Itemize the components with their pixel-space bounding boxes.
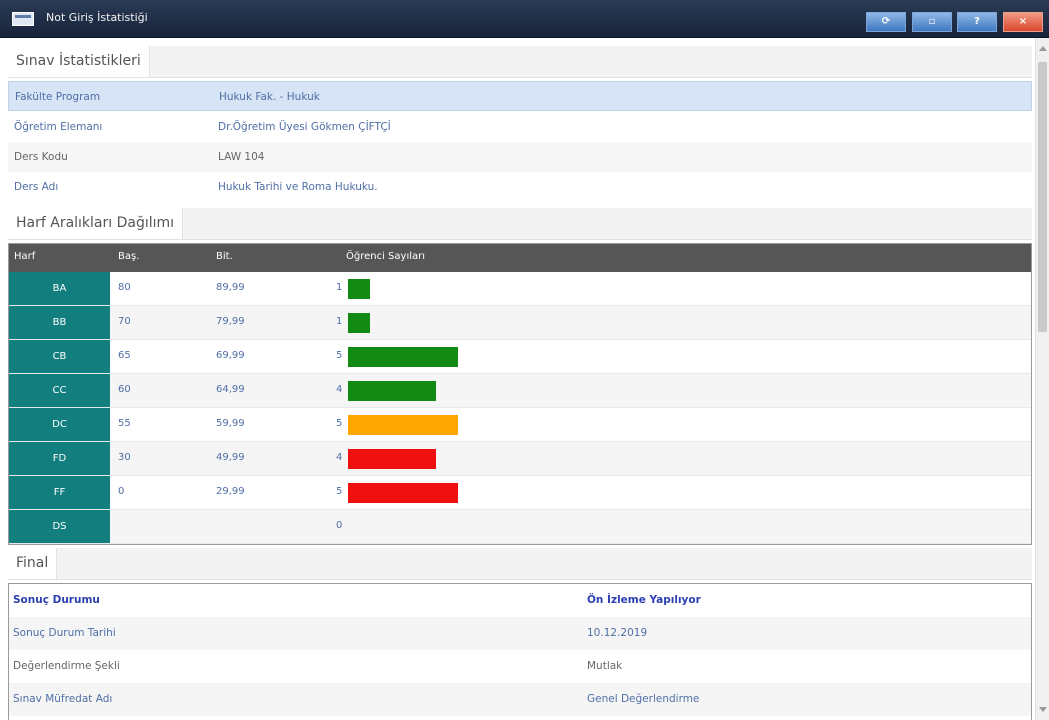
help-button[interactable]: ? <box>957 12 997 32</box>
evaluation-value: Mutlak <box>587 660 623 672</box>
student-count: 5 <box>336 418 343 429</box>
close-button[interactable]: × <box>1003 12 1043 32</box>
grade-distribution-header: Harf Aralıkları Dağılımı <box>8 208 1032 240</box>
grade-row[interactable]: BB 70 79,99 1 <box>9 306 1031 340</box>
faculty-value: Hukuk Fak. - Hukuk <box>219 91 320 103</box>
refresh-icon: ⟳ <box>881 16 891 27</box>
student-count: 1 <box>336 282 343 293</box>
vertical-scrollbar[interactable] <box>1035 38 1049 720</box>
grade-start: 0 <box>118 486 125 497</box>
grade-letter: FF <box>9 476 110 509</box>
window-titlebar: Not Giriş İstatistiği ⟳ ▫ ? × <box>0 0 1049 38</box>
grade-end: 49,99 <box>216 452 245 463</box>
count-bar <box>348 279 370 299</box>
grade-row[interactable]: BA 80 89,99 1 <box>9 272 1031 306</box>
window-content: Sınav İstatistikleri Fakülte Program Huk… <box>0 38 1035 720</box>
grade-letter: BB <box>9 306 110 339</box>
count-bar <box>348 449 436 469</box>
col-count: Öğrenci Sayıları <box>346 251 426 262</box>
count-bar <box>348 415 458 435</box>
course-name-label: Ders Adı <box>14 181 59 193</box>
final-row-status[interactable]: Sonuç Durumu Ön İzleme Yapılıyor <box>9 584 1031 617</box>
status-value: Ön İzleme Yapılıyor <box>587 594 701 606</box>
student-count: 1 <box>336 316 343 327</box>
student-count: 5 <box>336 486 343 497</box>
grade-row[interactable]: CC 60 64,99 4 <box>9 374 1031 408</box>
grade-letter: DS <box>9 510 110 543</box>
grade-start: 30 <box>118 452 131 463</box>
window-title: Not Giriş İstatistiği <box>46 11 148 24</box>
faculty-label: Fakülte Program <box>15 91 101 103</box>
student-count: 4 <box>336 452 343 463</box>
instructor-label: Öğretim Elemanı <box>14 121 103 133</box>
course-code-label: Ders Kodu <box>14 151 68 163</box>
scroll-up-icon[interactable] <box>1039 46 1047 51</box>
grade-end: 79,99 <box>216 316 245 327</box>
final-row-evaluation[interactable]: Değerlendirme Şekli Mutlak <box>9 650 1031 683</box>
grade-letter: FD <box>9 442 110 475</box>
grade-row[interactable]: FD 30 49,99 4 <box>9 442 1031 476</box>
student-count: 5 <box>336 350 343 361</box>
col-harf: Harf <box>14 251 36 262</box>
grade-table-header: Harf Baş. Bit. Öğrenci Sayıları <box>9 244 1031 272</box>
restore-button[interactable]: ▫ <box>912 12 952 32</box>
col-bas: Baş. <box>118 251 140 262</box>
grade-letter: CC <box>9 374 110 407</box>
student-count: 4 <box>336 384 343 395</box>
grade-end: 64,99 <box>216 384 245 395</box>
exam-stats-header: Sınav İstatistikleri <box>8 46 1032 78</box>
grade-start: 80 <box>118 282 131 293</box>
final-table: Sonuç Durumu Ön İzleme Yapılıyor Sonuç D… <box>8 583 1032 720</box>
grade-row[interactable]: DS 0 <box>9 510 1031 544</box>
exam-stats-title: Sınav İstatistikleri <box>8 46 150 77</box>
status-label: Sonuç Durumu <box>13 594 100 606</box>
final-row-curriculum[interactable]: Sınav Müfredat Adı Genel Değerlendirme <box>9 683 1031 716</box>
student-count: 0 <box>336 520 343 531</box>
grade-end: 89,99 <box>216 282 245 293</box>
grade-row[interactable]: CB 65 69,99 5 <box>9 340 1031 374</box>
info-row-faculty[interactable]: Fakülte Program Hukuk Fak. - Hukuk <box>8 81 1032 111</box>
count-bar <box>348 347 458 367</box>
status-date-label: Sonuç Durum Tarihi <box>13 627 116 639</box>
course-name-value: Hukuk Tarihi ve Roma Hukuku. <box>218 181 378 193</box>
evaluation-label: Değerlendirme Şekli <box>13 660 120 672</box>
grade-letter: BA <box>9 272 110 305</box>
grade-distribution-title: Harf Aralıkları Dağılımı <box>8 208 184 239</box>
grade-start: 65 <box>118 350 131 361</box>
grade-letter: DC <box>9 408 110 441</box>
grade-row[interactable]: FF 0 29,99 5 <box>9 476 1031 510</box>
final-header: Final <box>8 548 1032 580</box>
col-bit: Bit. <box>216 251 233 262</box>
course-code-value: LAW 104 <box>218 151 265 163</box>
info-row-course-code[interactable]: Ders Kodu LAW 104 <box>8 142 1032 172</box>
refresh-button[interactable]: ⟳ <box>866 12 906 32</box>
grade-end: 29,99 <box>216 486 245 497</box>
count-bar <box>348 483 458 503</box>
curriculum-label: Sınav Müfredat Adı <box>13 693 113 705</box>
final-title: Final <box>8 548 58 579</box>
info-row-instructor[interactable]: Öğretim Elemanı Dr.Öğretim Üyesi Gökmen … <box>8 112 1032 142</box>
grade-start: 55 <box>118 418 131 429</box>
count-bar <box>348 381 436 401</box>
info-row-course-name[interactable]: Ders Adı Hukuk Tarihi ve Roma Hukuku. <box>8 172 1032 202</box>
window-icon <box>12 12 34 26</box>
grade-start: 60 <box>118 384 131 395</box>
scroll-thumb[interactable] <box>1038 62 1047 332</box>
grade-end: 69,99 <box>216 350 245 361</box>
grade-letter: CB <box>9 340 110 373</box>
final-row-status-date[interactable]: Sonuç Durum Tarihi 10.12.2019 <box>9 617 1031 650</box>
instructor-value: Dr.Öğretim Üyesi Gökmen ÇİFTÇİ <box>218 121 391 133</box>
status-date-value: 10.12.2019 <box>587 627 648 639</box>
grade-distribution-table: Harf Baş. Bit. Öğrenci Sayıları BA 80 89,9… <box>8 243 1032 545</box>
grade-start: 70 <box>118 316 131 327</box>
count-bar <box>348 313 370 333</box>
scroll-down-icon[interactable] <box>1039 707 1047 712</box>
grade-end: 59,99 <box>216 418 245 429</box>
restore-icon: ▫ <box>928 16 936 27</box>
curriculum-value: Genel Değerlendirme <box>587 693 700 705</box>
grade-row[interactable]: DC 55 59,99 5 <box>9 408 1031 442</box>
